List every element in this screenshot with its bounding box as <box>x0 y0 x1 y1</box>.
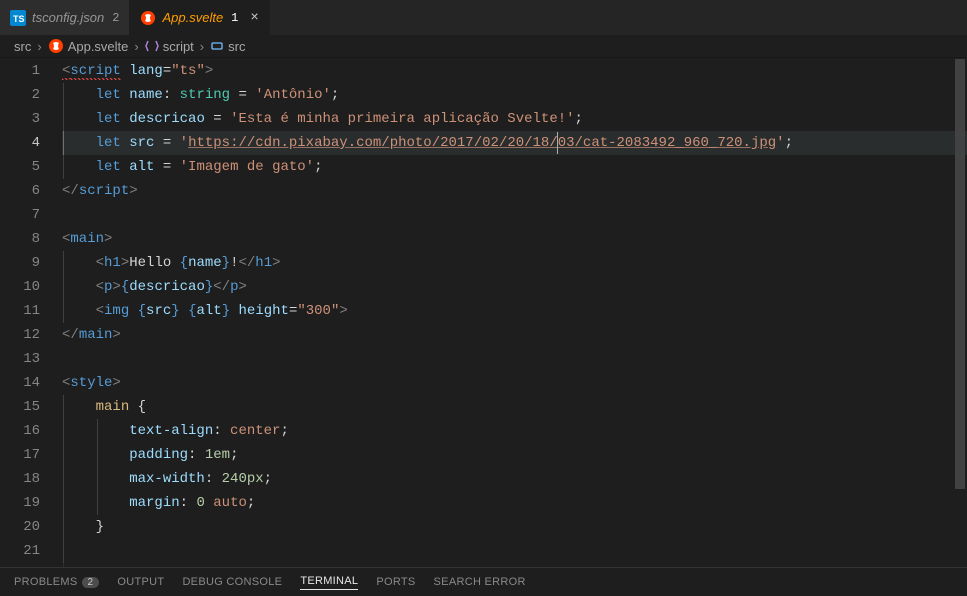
code-line: let src = 'https://cdn.pixabay.com/photo… <box>62 131 967 155</box>
tab-tsconfig[interactable]: TS tsconfig.json 2 <box>0 0 130 35</box>
tab-app-svelte[interactable]: App.svelte 1 × <box>130 0 269 35</box>
panel-tab-terminal[interactable]: TERMINAL <box>300 575 358 590</box>
code-line: margin: 0 auto; <box>62 491 967 515</box>
editor-tabs: TS tsconfig.json 2 App.svelte 1 × <box>0 0 967 35</box>
tab-badge: 2 <box>112 11 119 25</box>
code-line: text-align: center; <box>62 419 967 443</box>
code-line <box>62 347 967 371</box>
scroll-thumb[interactable] <box>955 59 965 489</box>
panel-tab-output[interactable]: OUTPUT <box>117 576 164 588</box>
line-gutter: 123 456 789 101112 131415 161718 192021 … <box>0 59 62 567</box>
chevron-right-icon: › <box>198 39 206 54</box>
code-line: max-width: 240px; <box>62 467 967 491</box>
svelte-icon <box>140 10 156 26</box>
code-line: <main> <box>62 227 967 251</box>
breadcrumb: src › App.svelte › script › src <box>0 35 967 57</box>
code-line: } <box>62 515 967 539</box>
breadcrumb-item[interactable]: script <box>145 39 194 54</box>
chevron-right-icon: › <box>132 39 140 54</box>
brackets-icon <box>145 39 159 53</box>
text-cursor <box>557 132 558 154</box>
tab-label: App.svelte <box>162 10 223 25</box>
scrollbar[interactable] <box>953 57 967 567</box>
code-line: </main> <box>62 323 967 347</box>
chevron-right-icon: › <box>35 39 43 54</box>
code-line: main { <box>62 395 967 419</box>
code-line: let descricao = 'Esta é minha primeira a… <box>62 107 967 131</box>
code-line: let alt = 'Imagem de gato'; <box>62 155 967 179</box>
bottom-panel-tabs: PROBLEMS2 OUTPUT DEBUG CONSOLE TERMINAL … <box>0 567 967 596</box>
svg-text:TS: TS <box>13 14 25 24</box>
svelte-icon <box>48 38 64 54</box>
code-line: let name: string = 'Antônio'; <box>62 83 967 107</box>
code-line: <script lang="ts"> <box>62 59 967 83</box>
breadcrumb-item[interactable]: src <box>14 39 31 54</box>
code-line: </script> <box>62 179 967 203</box>
panel-tab-ports[interactable]: PORTS <box>376 576 415 588</box>
breadcrumb-item[interactable]: App.svelte <box>48 38 129 54</box>
var-icon <box>210 39 224 53</box>
panel-tab-search-error[interactable]: SEARCH ERROR <box>434 576 526 588</box>
panel-tab-problems[interactable]: PROBLEMS2 <box>14 576 99 588</box>
ts-icon: TS <box>10 10 26 26</box>
panel-tab-debug[interactable]: DEBUG CONSOLE <box>182 576 282 588</box>
code-line: <h1>Hello {name}!</h1> <box>62 251 967 275</box>
code-content[interactable]: <script lang="ts"> let name: string = 'A… <box>62 59 967 567</box>
code-line <box>62 203 967 227</box>
code-line: <p>{descricao}</p> <box>62 275 967 299</box>
tab-badge: 1 <box>231 11 238 25</box>
code-line <box>62 539 967 563</box>
tab-label: tsconfig.json <box>32 10 104 25</box>
close-icon[interactable]: × <box>250 10 258 26</box>
code-line: padding: 1em; <box>62 443 967 467</box>
code-line: <img {src} {alt} height="300"> <box>62 299 967 323</box>
breadcrumb-item[interactable]: src <box>210 39 245 54</box>
editor-area[interactable]: 123 456 789 101112 131415 161718 192021 … <box>0 57 967 567</box>
code-line: <style> <box>62 371 967 395</box>
